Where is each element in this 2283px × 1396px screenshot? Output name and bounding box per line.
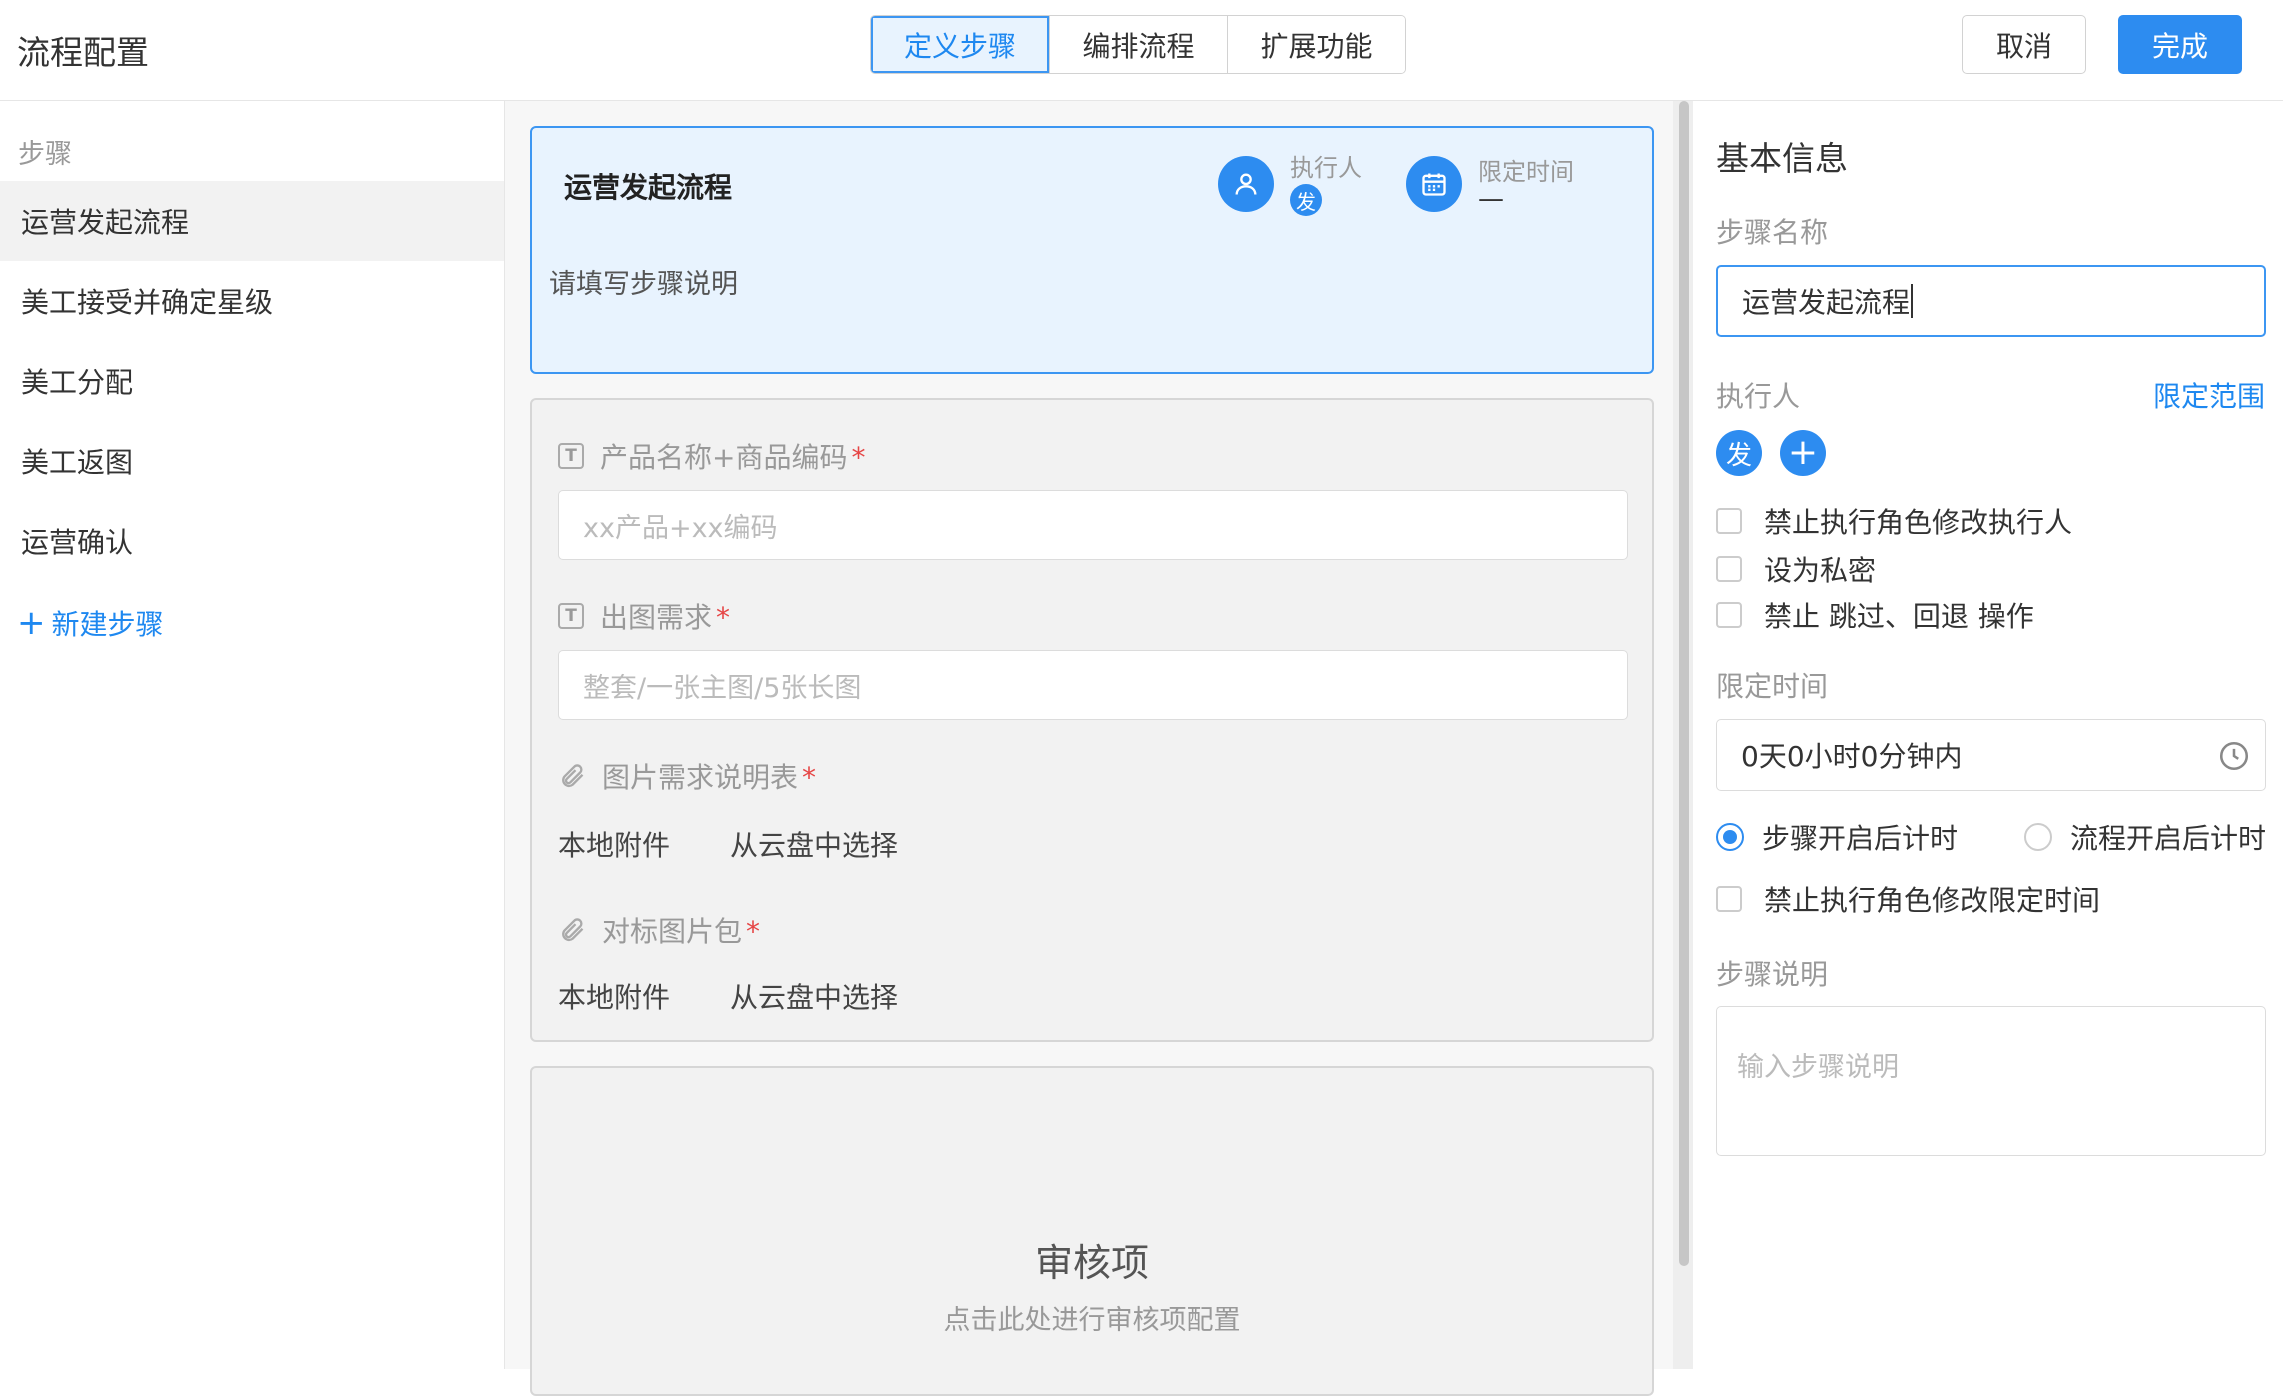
executor-avatar[interactable]: 发 [1716, 430, 1762, 476]
done-button[interactable]: 完成 [2118, 15, 2242, 74]
sidebar-item-step-1[interactable]: 运营发起流程 [0, 181, 504, 261]
step-card-title: 运营发起流程 [564, 171, 733, 204]
tab-define-steps[interactable]: 定义步骤 [871, 16, 1049, 73]
step-card-description: 请填写步骤说明 [549, 269, 738, 300]
page-title: 流程配置 [17, 33, 149, 72]
product-input[interactable]: xx产品+xx编码 [558, 490, 1628, 560]
scrollbar-thumb[interactable] [1679, 101, 1689, 1266]
step-card[interactable]: 运营发起流程 执行人 发 限定时间 — 请填写步骤说明 [530, 126, 1654, 374]
checkbox[interactable] [1716, 508, 1742, 534]
field-label-reference-pack: 对标图片包 * [558, 910, 760, 950]
attach-options-2: 本地附件 从云盘中选择 [558, 976, 898, 1016]
sidebar-item-step-4[interactable]: 美工返图 [0, 421, 504, 501]
required-mark: * [716, 601, 731, 634]
new-step-label: 新建步骤 [51, 608, 164, 641]
step-desc-label: 步骤说明 [1716, 958, 1829, 991]
step-tabs: 定义步骤 编排流程 扩展功能 [870, 15, 1406, 74]
steps-sidebar: 步骤 运营发起流程 美工接受并确定星级 美工分配 美工返图 运营确认 + 新建步… [0, 101, 505, 1369]
cloud-select-link[interactable]: 从云盘中选择 [730, 824, 898, 864]
cloud-select-link[interactable]: 从云盘中选择 [730, 976, 898, 1016]
time-limit-label: 限定时间 [1478, 158, 1574, 186]
sidebar-item-step-3[interactable]: 美工分配 [0, 341, 504, 421]
executor-label: 执行人 [1290, 154, 1362, 182]
check-forbid-change-time[interactable]: 禁止执行角色修改限定时间 [1716, 879, 2100, 919]
cancel-button[interactable]: 取消 [1962, 15, 2086, 74]
plus-icon: + [17, 603, 46, 643]
required-mark: * [802, 761, 817, 794]
radio-flow-start[interactable]: 流程开启后计时 [2024, 817, 2266, 857]
attach-options-1: 本地附件 从云盘中选择 [558, 824, 898, 864]
sidebar-item-step-2[interactable]: 美工接受并确定星级 [0, 261, 504, 341]
calendar-icon [1406, 156, 1462, 212]
top-bar: 流程配置 定义步骤 编排流程 扩展功能 取消 完成 [0, 0, 2283, 101]
tab-arrange-flow[interactable]: 编排流程 [1049, 16, 1227, 73]
audit-title: 审核项 [1034, 1241, 1149, 1285]
step-desc-textarea[interactable]: 输入步骤说明 [1716, 1006, 2266, 1156]
text-field-icon: T [558, 443, 584, 469]
check-private[interactable]: 设为私密 [1716, 549, 1876, 589]
text-caret [1911, 284, 1914, 318]
required-mark: * [851, 441, 866, 474]
output-requirement-input[interactable]: 整套/一张主图/5张长图 [558, 650, 1628, 720]
audit-subtitle: 点击此处进行审核项配置 [943, 1305, 1241, 1336]
form-fields-card: T 产品名称+商品编码 * xx产品+xx编码 T 出图需求 * 整套/一张主图/5… [530, 398, 1654, 1042]
text-field-icon: T [558, 603, 584, 629]
limit-scope-link[interactable]: 限定范围 [2153, 375, 2265, 415]
time-limit-input[interactable]: 0天0小时0分钟内 [1716, 719, 2266, 791]
step-name-label: 步骤名称 [1716, 216, 1829, 249]
sidebar-item-step-5[interactable]: 运营确认 [0, 501, 504, 581]
time-limit-label: 限定时间 [1716, 670, 1829, 703]
audit-config-card[interactable]: 审核项 点击此处进行审核项配置 [530, 1066, 1654, 1396]
clock-icon [2219, 741, 2249, 771]
paperclip-icon [562, 764, 584, 788]
local-attachment-link[interactable]: 本地附件 [558, 976, 670, 1016]
field-label-output: T 出图需求 * [558, 596, 730, 636]
new-step-button[interactable]: + 新建步骤 [17, 603, 164, 643]
sidebar-heading: 步骤 [18, 139, 72, 170]
field-label-image-sheet: 图片需求说明表 * [558, 756, 816, 796]
paperclip-icon [562, 918, 584, 942]
field-label-product: T 产品名称+商品编码 * [558, 436, 865, 476]
local-attachment-link[interactable]: 本地附件 [558, 824, 670, 864]
required-mark: * [746, 915, 761, 948]
add-executor-icon[interactable]: + [1780, 430, 1826, 476]
tab-extensions[interactable]: 扩展功能 [1227, 16, 1405, 73]
checkbox[interactable] [1716, 602, 1742, 628]
radio-selected[interactable] [1716, 823, 1744, 851]
checkbox[interactable] [1716, 556, 1742, 582]
properties-panel: 基本信息 步骤名称 运营发起流程 执行人 限定范围 发 + 禁止执行角色修改执行… [1693, 101, 2283, 1369]
checkbox[interactable] [1716, 886, 1742, 912]
step-name-input[interactable]: 运营发起流程 [1716, 265, 2266, 337]
executor-label: 执行人 [1716, 380, 1801, 413]
step-list: 运营发起流程 美工接受并确定星级 美工分配 美工返图 运营确认 [0, 181, 504, 581]
radio-unselected[interactable] [2024, 823, 2052, 851]
panel-title: 基本信息 [1716, 139, 1848, 178]
radio-step-start[interactable]: 步骤开启后计时 [1716, 817, 1958, 857]
user-icon [1218, 156, 1274, 212]
time-limit-value: — [1478, 184, 1504, 214]
check-forbid-change-executor[interactable]: 禁止执行角色修改执行人 [1716, 501, 2072, 541]
check-forbid-skip-rollback[interactable]: 禁止 跳过、回退 操作 [1716, 595, 2034, 635]
executor-avatar: 发 [1290, 184, 1322, 216]
